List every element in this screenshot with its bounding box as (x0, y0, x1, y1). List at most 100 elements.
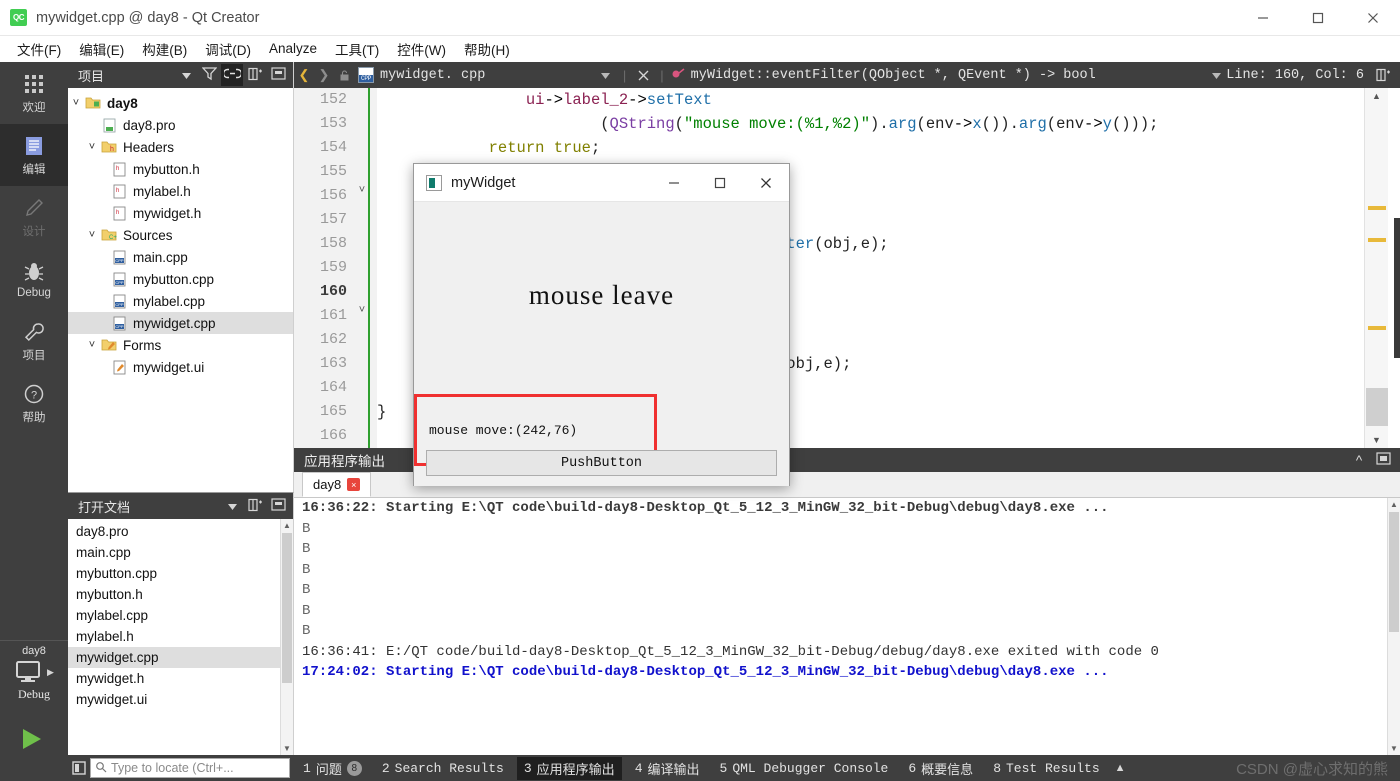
output-line: 16:36:22: Starting E:\QT code\build-day8… (302, 500, 1109, 516)
symbol-dropdown[interactable] (1206, 64, 1226, 86)
split-pane-button[interactable] (244, 64, 266, 86)
locator: Type to locate (Ctrl+... (68, 758, 290, 778)
push-button[interactable]: PushButton (426, 450, 777, 476)
fold-marker-icon[interactable]: ˅ (355, 304, 369, 316)
navigate-forward-button[interactable]: ❯ (314, 64, 334, 86)
menu-analyze[interactable]: Analyze (260, 39, 326, 58)
statusbar-tab-test-results[interactable]: 8 Test Results (986, 759, 1106, 778)
scroll-up-icon[interactable]: ▲ (281, 519, 293, 532)
application-output-text[interactable]: 16:36:22: Starting E:\QT code\build-day8… (294, 498, 1400, 755)
mode-design[interactable]: 设计 (0, 186, 68, 248)
statusbar-tab-general-messages[interactable]: 6 概要信息 (901, 757, 980, 780)
window-maximize-button[interactable] (1290, 0, 1345, 36)
sync-with-editor-button[interactable] (221, 64, 243, 86)
editor-scrollbar[interactable]: ▲ ▼ (1364, 88, 1400, 448)
open-documents-dropdown[interactable] (221, 495, 243, 517)
mode-edit[interactable]: 编辑 (0, 124, 68, 186)
statusbar-tab-issues[interactable]: 1 问题 8 (296, 757, 369, 780)
locator-icon[interactable] (68, 758, 90, 778)
tree-item-mylabel-cpp[interactable]: CPP mylabel.cpp (68, 290, 293, 312)
menu-build[interactable]: 构建(B) (133, 37, 196, 61)
open-documents-scrollbar[interactable]: ▲ ▼ (280, 519, 293, 755)
scrollbar-thumb[interactable] (1366, 388, 1388, 426)
split-pane-button[interactable] (244, 495, 266, 517)
project-pane-header: 项目 (68, 62, 293, 88)
tree-item-mywidget-cpp[interactable]: CPP mywidget.cpp (68, 312, 293, 334)
doc-item-mywidget-cpp[interactable]: mywidget.cpp (68, 647, 293, 668)
sources-folder-icon: C+ (100, 227, 118, 243)
doc-item-mywidget-h[interactable]: mywidget.h (68, 668, 293, 689)
dialog-minimize-button[interactable] (651, 164, 697, 202)
menu-help[interactable]: 帮助(H) (455, 37, 519, 61)
funnel-icon (201, 66, 217, 84)
chevron-down-icon[interactable]: ˅ (84, 339, 100, 351)
statusbar-tab-qml-debugger-console[interactable]: 5 QML Debugger Console (713, 759, 896, 778)
tree-item-mylabel-h[interactable]: h mylabel.h (68, 180, 293, 202)
scroll-down-icon[interactable]: ▼ (1388, 742, 1400, 755)
filter-tree-button[interactable] (198, 64, 220, 86)
menu-edit[interactable]: 编辑(E) (70, 37, 133, 61)
dialog-maximize-button[interactable] (697, 164, 743, 202)
maximize-pane-button[interactable] (1372, 449, 1394, 471)
menu-debug[interactable]: 调试(D) (196, 37, 260, 61)
locator-input[interactable]: Type to locate (Ctrl+... (90, 758, 290, 778)
application-output-scrollbar[interactable]: ▲ ▼ (1387, 498, 1400, 755)
lock-icon[interactable] (334, 64, 354, 86)
scrollbar-thumb[interactable] (282, 533, 292, 683)
menu-file[interactable]: 文件(F) (8, 37, 70, 61)
scroll-up-icon[interactable]: ▲ (1365, 88, 1388, 104)
updown-arrows-icon[interactable]: ▲ (1115, 762, 1126, 774)
doc-item-mybutton-h[interactable]: mybutton.h (68, 584, 293, 605)
editor-file-dropdown[interactable] (596, 64, 616, 86)
editor-symbol-selector[interactable]: myWidget::eventFilter(QObject *, QEvent … (691, 68, 1096, 83)
close-document-button[interactable] (633, 64, 653, 86)
doc-item-mylabel-cpp[interactable]: mylabel.cpp (68, 605, 293, 626)
fold-marker-icon[interactable]: ˅ (355, 184, 369, 196)
scroll-down-icon[interactable]: ▼ (281, 742, 293, 755)
chevron-down-icon[interactable]: ˅ (68, 97, 84, 109)
statusbar-tab-compile-output[interactable]: 4 编译输出 (628, 757, 707, 780)
window-minimize-button[interactable] (1235, 0, 1290, 36)
tree-item-sources[interactable]: ˅ C+ Sources (68, 224, 293, 246)
tree-item-headers[interactable]: ˅ h Headers (68, 136, 293, 158)
tree-item-mybutton-cpp[interactable]: CPP mybutton.cpp (68, 268, 293, 290)
tree-item-day8-pro[interactable]: day8.pro (68, 114, 293, 136)
navigate-back-button[interactable]: ❮ (294, 64, 314, 86)
scroll-down-icon[interactable]: ▼ (1365, 432, 1388, 448)
editor-current-file[interactable]: CPP mywidget. cpp (358, 67, 485, 83)
statusbar-tab-application-output[interactable]: 3 应用程序输出 (516, 756, 622, 780)
tree-item-mywidget-ui[interactable]: mywidget.ui (68, 356, 293, 378)
close-pane-button[interactable] (267, 495, 289, 517)
menu-window[interactable]: 控件(W) (388, 37, 455, 61)
tree-item-mybutton-h[interactable]: h mybutton.h (68, 158, 293, 180)
mode-welcome[interactable]: 欢迎 (0, 62, 68, 124)
window-close-button[interactable] (1345, 0, 1400, 36)
close-pane-button[interactable] (267, 64, 289, 86)
scrollbar-thumb[interactable] (1389, 512, 1399, 632)
line-number: 158 (319, 235, 347, 252)
tree-item-main-cpp[interactable]: CPP main.cpp (68, 246, 293, 268)
tree-item-mywidget-h[interactable]: h mywidget.h (68, 202, 293, 224)
output-tab-day8[interactable]: day8 × (302, 472, 372, 497)
chevron-down-icon[interactable]: ˅ (84, 229, 100, 241)
doc-item-day8-pro[interactable]: day8.pro (68, 521, 293, 542)
split-editor-button[interactable] (1374, 64, 1394, 86)
chevron-down-icon[interactable]: ˅ (84, 141, 100, 153)
mode-debug[interactable]: Debug (0, 248, 68, 310)
tree-item-day8[interactable]: ˅ day8 (68, 92, 293, 114)
project-combo-dropdown[interactable] (175, 64, 197, 86)
doc-item-mybutton-cpp[interactable]: mybutton.cpp (68, 563, 293, 584)
scroll-up-icon[interactable]: ▲ (1388, 498, 1400, 511)
mode-help[interactable]: ? 帮助 (0, 372, 68, 434)
tree-item-forms[interactable]: ˅ Forms (68, 334, 293, 356)
dialog-close-button[interactable] (743, 164, 789, 202)
menu-tools[interactable]: 工具(T) (326, 37, 388, 61)
statusbar-tab-search-results[interactable]: 2 Search Results (375, 759, 511, 778)
mode-projects[interactable]: 项目 (0, 310, 68, 372)
close-icon[interactable]: × (347, 478, 361, 491)
collapse-pane-button[interactable]: ^ (1348, 449, 1370, 471)
doc-item-mywidget-ui[interactable]: mywidget.ui (68, 689, 293, 710)
doc-item-main-cpp[interactable]: main.cpp (68, 542, 293, 563)
mywidget-dialog[interactable]: myWidget mouse leave mouse move:(242,76)… (413, 163, 790, 486)
doc-item-mylabel-h[interactable]: mylabel.h (68, 626, 293, 647)
